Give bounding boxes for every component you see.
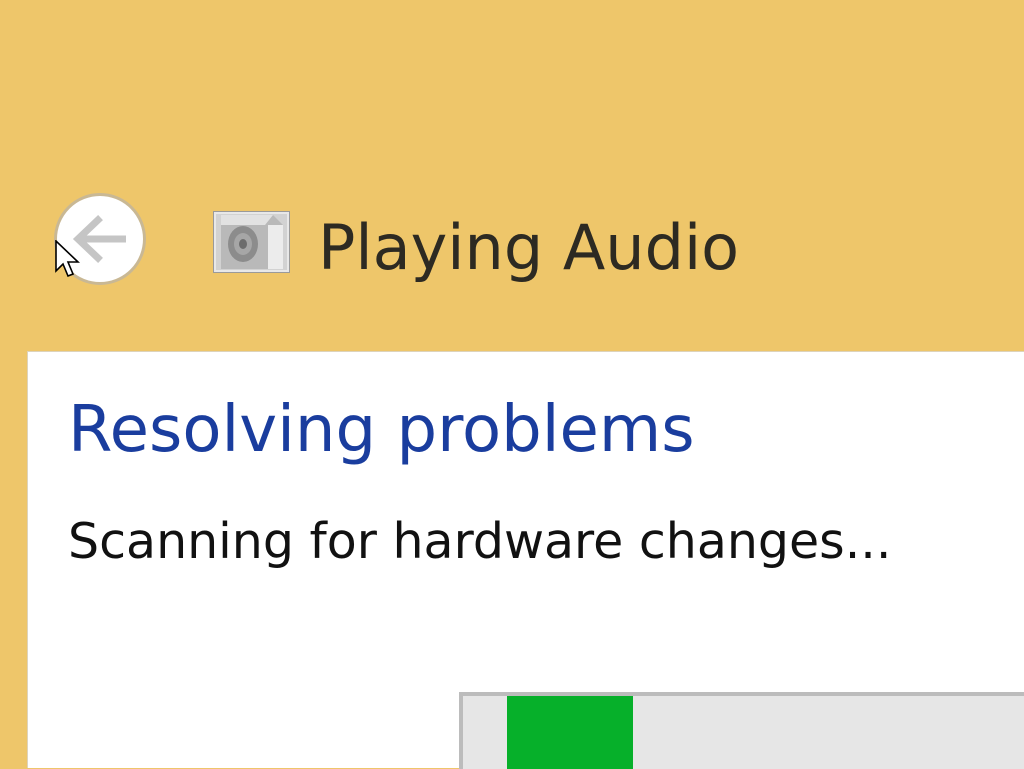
page-heading: Resolving problems xyxy=(68,393,695,467)
progress-fill xyxy=(507,696,633,769)
troubleshooter-window: Playing Audio Resolving problems Scannin… xyxy=(0,0,1024,769)
back-arrow-icon xyxy=(72,215,126,263)
speaker-icon xyxy=(213,211,290,273)
progress-bar xyxy=(459,692,1024,769)
content-panel: Resolving problems Scanning for hardware… xyxy=(27,351,1024,769)
status-text: Scanning for hardware changes... xyxy=(68,513,892,570)
window-title: Playing Audio xyxy=(318,211,740,284)
back-button[interactable] xyxy=(54,193,146,285)
